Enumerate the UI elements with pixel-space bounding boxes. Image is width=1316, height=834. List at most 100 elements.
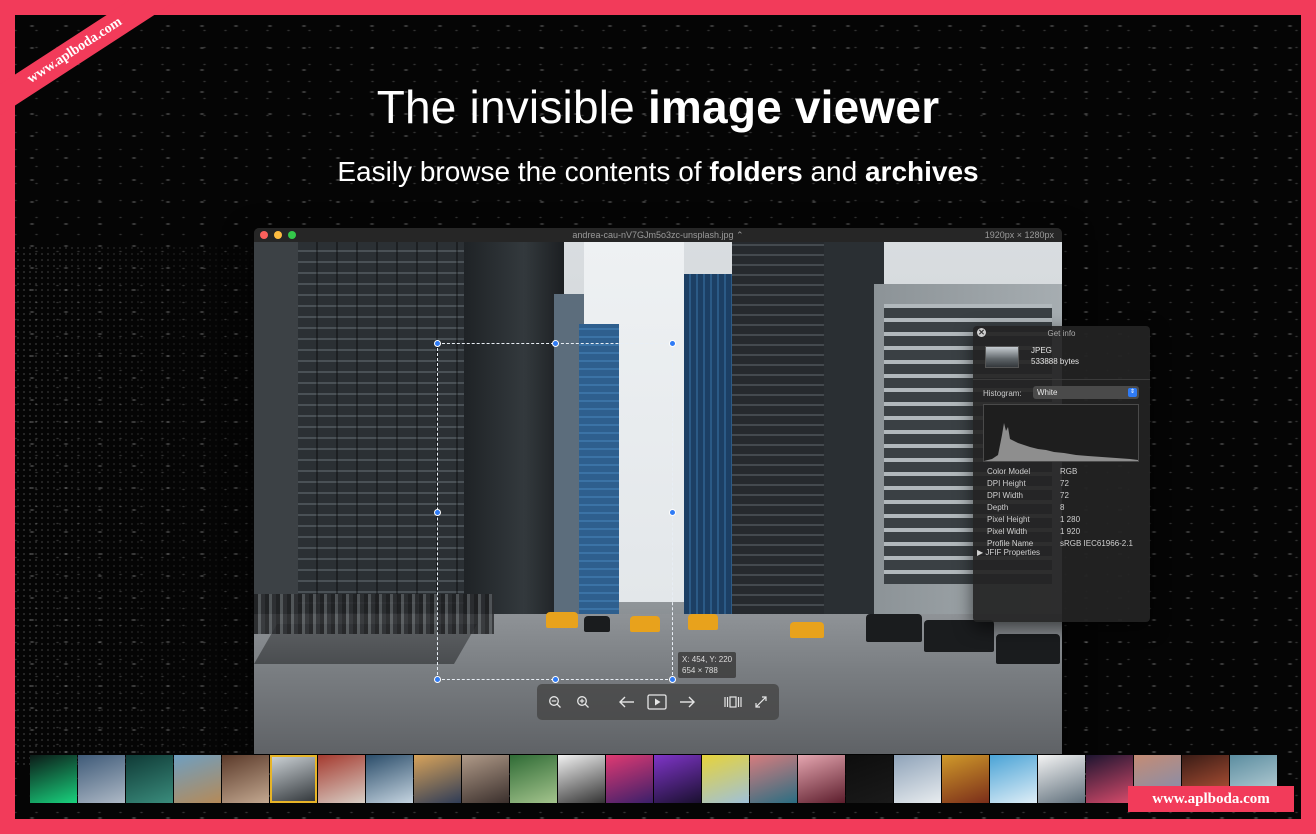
window-title-text: andrea-cau-nV7GJm5o3zc-unsplash.jpg: [572, 230, 734, 240]
property-key: DPI Width: [987, 491, 1024, 500]
property-row: Color Model RGB: [987, 466, 1147, 478]
property-row: Pixel Height 1 280: [987, 514, 1147, 526]
filmstrip-thumbnail-yellow-field[interactable]: [702, 755, 749, 803]
filmstrip-thumbnail-geometric-lines[interactable]: [558, 755, 605, 803]
histogram-mode-value: White: [1037, 388, 1058, 397]
property-row: Depth 8: [987, 502, 1147, 514]
property-row: DPI Height 72: [987, 478, 1147, 490]
histogram-mode-select[interactable]: White ⇕: [1033, 386, 1139, 399]
selection-handle-bottom-right[interactable]: [669, 676, 676, 683]
filmstrip-thumbnail-hex-pattern[interactable]: [126, 755, 173, 803]
play-icon: [647, 694, 667, 710]
background-particle-tunnel: [15, 245, 255, 765]
property-value: 72: [1060, 491, 1069, 500]
info-panel-title: Get info: [1047, 329, 1076, 338]
slideshow-button[interactable]: [647, 692, 667, 712]
previous-image-button[interactable]: [617, 692, 637, 712]
selection-size: 654 × 788: [682, 666, 718, 675]
image-dimensions: 1920px × 1280px: [984, 230, 1054, 240]
property-value: sRGB IEC61966-2.1: [1060, 539, 1133, 548]
filmstrip-thumbnail-blue-building[interactable]: [990, 755, 1037, 803]
filmstrip-thumbnail-snow-peak[interactable]: [894, 755, 941, 803]
next-image-button[interactable]: [677, 692, 697, 712]
filmstrip-thumbnail-pink-phone[interactable]: [798, 755, 845, 803]
crop-selection[interactable]: [434, 340, 676, 683]
histogram-label: Histogram:: [983, 389, 1022, 398]
property-value: 8: [1060, 503, 1065, 512]
photo-taxi: [790, 622, 824, 638]
photo-building: [732, 242, 832, 624]
filmstrip-thumbnail-white-petals[interactable]: [1038, 755, 1085, 803]
filmstrip-thumbnail-old-street[interactable]: [222, 755, 269, 803]
selection-coordinates: X: 454, Y: 220 654 × 788: [678, 652, 737, 678]
property-key: Pixel Height: [987, 515, 1030, 524]
headline: The invisible image viewer: [0, 80, 1316, 134]
zoom-out-button[interactable]: [545, 692, 565, 712]
property-value: 1 920: [1060, 527, 1081, 536]
property-value: 1 280: [1060, 515, 1081, 524]
window-title[interactable]: andrea-cau-nV7GJm5o3zc-unsplash.jpg ⌃: [254, 230, 1062, 241]
filmstrip-thumbnail-skyline[interactable]: [462, 755, 509, 803]
properties-list: Color Model RGB DPI Height 72 DPI Width 72 …: [987, 466, 1147, 550]
selection-handle-right[interactable]: [669, 509, 676, 516]
filmstrip-thumbnail-autumn-tree[interactable]: [942, 755, 989, 803]
selection-handle-left[interactable]: [434, 509, 441, 516]
filmstrip-thumbnail-neon-corridor[interactable]: [606, 755, 653, 803]
histogram: [983, 404, 1139, 462]
property-key: Color Model: [987, 467, 1031, 476]
subline-folders: folders: [709, 156, 803, 187]
filmstrip-thumbnail-glass-building[interactable]: [78, 755, 125, 803]
headline-regular: The invisible: [376, 81, 648, 133]
selection-handle-top-right[interactable]: [669, 340, 676, 347]
filmstrip-thumbnail-chart-glow[interactable]: [30, 755, 77, 803]
photo-building: [684, 274, 734, 624]
file-type: JPEG: [1031, 346, 1052, 355]
selection-position: X: 454, Y: 220: [682, 655, 733, 664]
selection-handle-bottom-left[interactable]: [434, 676, 441, 683]
fullscreen-button[interactable]: [751, 692, 771, 712]
subline-archives: archives: [864, 156, 979, 187]
zoom-out-icon: [549, 696, 561, 708]
divider: [973, 379, 1150, 380]
property-key: DPI Height: [987, 479, 1026, 488]
subline-text: Easily browse the contents of: [337, 156, 710, 187]
headline-bold: image viewer: [647, 81, 940, 133]
property-key: Depth: [987, 503, 1009, 512]
watermark-box: www.aplboda.com: [1128, 786, 1294, 812]
photo-car: [924, 620, 994, 652]
property-value: RGB: [1060, 467, 1078, 476]
fullscreen-icon: [755, 696, 767, 708]
property-value: 72: [1060, 479, 1069, 488]
selection-handle-top-left[interactable]: [434, 340, 441, 347]
title-chevron-icon: ⌃: [736, 230, 744, 240]
photo-building: [254, 242, 304, 624]
file-size: 533888 bytes: [1031, 357, 1080, 366]
filmstrip-icon: [724, 696, 742, 708]
image-viewer-window: andrea-cau-nV7GJm5o3zc-unsplash.jpg ⌃ 19…: [254, 228, 1062, 754]
window-titlebar[interactable]: andrea-cau-nV7GJm5o3zc-unsplash.jpg ⌃ 19…: [254, 228, 1062, 242]
filmstrip-thumbnail-city-street[interactable]: [270, 755, 317, 803]
photo-car: [866, 614, 922, 642]
filmstrip-thumbnail-green-tower[interactable]: [510, 755, 557, 803]
jfif-properties-disclosure[interactable]: ▶ JFIF Properties: [977, 548, 1040, 557]
filmstrip-thumbnail-abstract-swirl[interactable]: [414, 755, 461, 803]
filmstrip-thumbnail-canyon-road[interactable]: [174, 755, 221, 803]
selection-handle-bottom[interactable]: [552, 676, 559, 683]
filmstrip-thumbnail-red-house[interactable]: [318, 755, 365, 803]
filmstrip-thumbnail-mountain-lake[interactable]: [750, 755, 797, 803]
toggle-filmstrip-button[interactable]: [723, 692, 743, 712]
photo-car: [996, 634, 1060, 664]
selection-handle-top[interactable]: [552, 340, 559, 347]
filmstrip-thumbnail-purple-tunnel[interactable]: [654, 755, 701, 803]
property-row: Pixel Width 1 920: [987, 526, 1147, 538]
filmstrip-thumbnail-dark[interactable]: [846, 755, 893, 803]
arrow-right-icon: [680, 696, 695, 708]
subline: Easily browse the contents of folders an…: [0, 156, 1316, 188]
viewer-toolbar: [537, 684, 779, 720]
zoom-in-icon: [577, 696, 589, 708]
photo-taxi: [688, 614, 718, 630]
filmstrip-thumbnail-night-street[interactable]: [1086, 755, 1133, 803]
histogram-graph: [984, 423, 1138, 461]
zoom-in-button[interactable]: [573, 692, 593, 712]
filmstrip-thumbnail-sea-rocks[interactable]: [366, 755, 413, 803]
